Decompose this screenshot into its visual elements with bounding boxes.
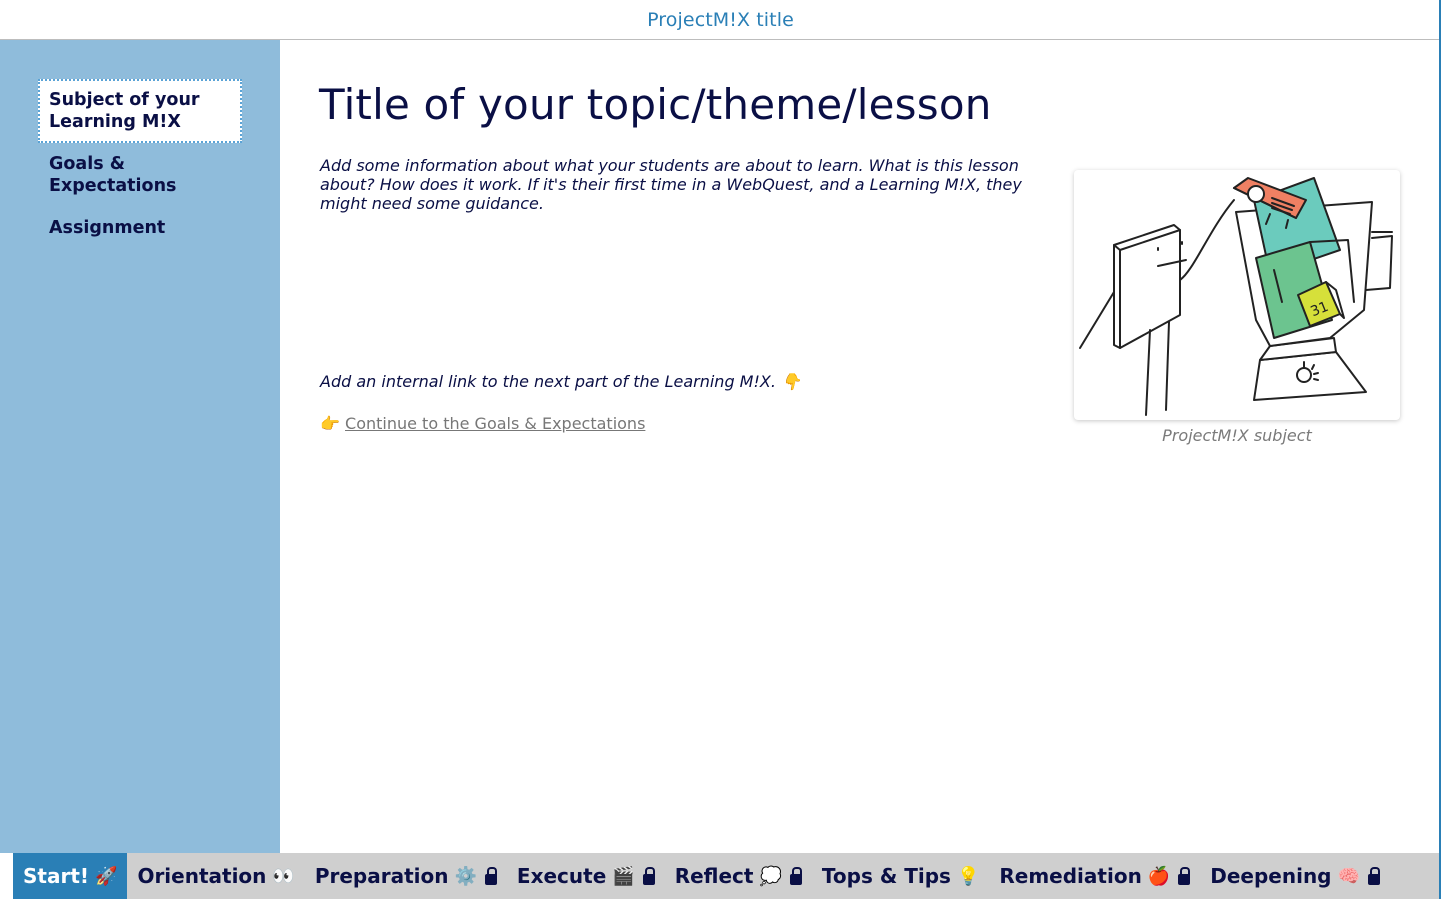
lock-icon — [1367, 867, 1380, 885]
nav-tab-label: Reflect — [674, 864, 754, 888]
link-hint: Add an internal link to the next part of… — [320, 372, 801, 391]
nav-tab-label: Start! — [23, 864, 90, 888]
page-title: Title of your topic/theme/lesson — [319, 80, 992, 129]
eyes-icon: 👀 — [272, 865, 295, 887]
link-hint-text: Add an internal link to the next part of… — [320, 372, 776, 391]
rocket-icon: 🚀 — [95, 865, 118, 887]
nav-tab-deepening[interactable]: Deepening 🧠 — [1200, 853, 1390, 899]
nav-tab-orientation[interactable]: Orientation 👀 — [127, 853, 304, 899]
main-content: Title of your topic/theme/lesson Add som… — [280, 40, 1439, 853]
nav-tab-execute[interactable]: Execute 🎬 — [507, 853, 665, 899]
site-title[interactable]: ProjectM!X title — [647, 9, 794, 31]
gear-icon: ⚙️ — [454, 865, 477, 887]
lock-icon — [789, 867, 802, 885]
subject-figure: 31 ProjectM!X subject — [1074, 170, 1400, 445]
nav-tab-label: Tops & Tips — [821, 864, 951, 888]
intro-text: Add some information about what your stu… — [320, 156, 1022, 213]
nav-tab-start[interactable]: Start! 🚀 — [13, 853, 128, 899]
nav-tab-label: Orientation — [137, 864, 267, 888]
nav-tab-preparation[interactable]: Preparation ⚙️ — [305, 853, 507, 899]
nav-tab-tops-tips[interactable]: Tops & Tips 💡 — [812, 853, 989, 899]
light-bulb-icon: 💡 — [956, 865, 980, 887]
lock-icon — [1178, 867, 1191, 885]
nav-tab-label: Deepening — [1210, 864, 1332, 888]
pointing-down-icon: 👇 — [781, 372, 801, 391]
sidebar-item-subject[interactable]: Subject of your Learning M!X — [38, 79, 242, 143]
nav-tab-label: Execute — [516, 864, 607, 888]
nav-tab-remediation[interactable]: Remediation 🍎 — [989, 853, 1200, 899]
subject-illustration[interactable]: 31 — [1074, 170, 1400, 420]
pointing-right-icon: 👉 — [320, 414, 340, 433]
sidebar-item-assignment[interactable]: Assignment — [38, 207, 242, 249]
lock-icon — [484, 867, 497, 885]
nav-tab-label: Remediation — [999, 864, 1142, 888]
nav-tab-label: Preparation — [314, 864, 449, 888]
continue-link[interactable]: Continue to the Goals & Expectations — [345, 414, 645, 433]
continue-row: 👉 Continue to the Goals & Expectations — [320, 414, 645, 433]
thought-bubble-icon: 💭 — [759, 865, 782, 887]
figure-caption: ProjectM!X subject — [1162, 426, 1312, 445]
bottom-nav: Start! 🚀 Orientation 👀 Preparation ⚙️ Ex… — [13, 853, 1439, 899]
brain-icon: 🧠 — [1337, 865, 1360, 887]
blender-illustration-icon: 31 — [1079, 177, 1393, 416]
sidebar-item-goals[interactable]: Goals & Expectations — [38, 143, 242, 207]
clapperboard-icon: 🎬 — [612, 865, 635, 887]
apple-icon: 🍎 — [1147, 865, 1171, 887]
nav-tab-reflect[interactable]: Reflect 💭 — [665, 853, 812, 899]
sidebar: Subject of your Learning M!X Goals & Exp… — [0, 40, 280, 853]
top-header: ProjectM!X title — [0, 0, 1441, 40]
lock-icon — [642, 867, 655, 885]
